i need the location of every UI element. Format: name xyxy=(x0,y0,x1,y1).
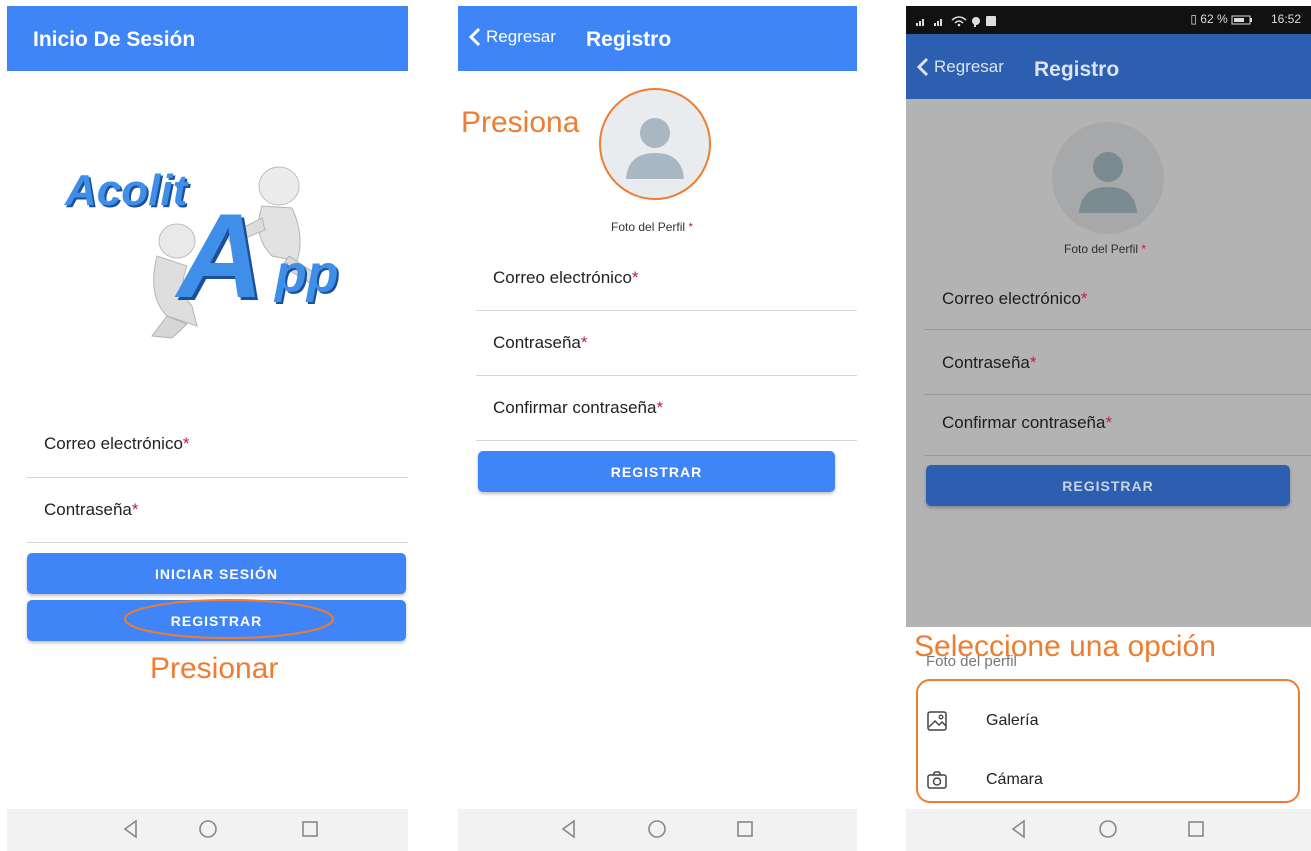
status-bar: ▯ 62 % 16:52 xyxy=(906,6,1311,34)
back-nav-icon[interactable] xyxy=(120,818,142,840)
profile-photo-button[interactable] xyxy=(598,87,712,201)
email-field[interactable]: Correo electrónico* xyxy=(493,268,639,288)
photo-label-text: Foto del Perfil xyxy=(611,220,686,234)
divider xyxy=(476,375,857,376)
highlight-ellipse xyxy=(124,599,334,639)
page-title: Inicio De Sesión xyxy=(33,28,196,51)
home-nav-icon[interactable] xyxy=(1097,818,1119,840)
register-button[interactable]: REGISTRAR xyxy=(478,451,835,492)
login-button[interactable]: INICIAR SESIÓN xyxy=(27,553,406,594)
email-label: Correo electrónico xyxy=(493,268,632,287)
divider xyxy=(924,329,1311,330)
required-mark: * xyxy=(182,434,190,453)
confirm-label: Confirmar contraseña xyxy=(493,398,657,417)
recents-nav-icon[interactable] xyxy=(1185,818,1207,840)
confirm-password-field[interactable]: Confirmar contraseña* xyxy=(493,398,663,418)
email-label: Correo electrónico xyxy=(44,434,183,453)
annotation-text: Presionar xyxy=(150,652,279,685)
navigation-bar xyxy=(458,809,857,851)
required-mark: * xyxy=(1080,289,1088,308)
recents-nav-icon[interactable] xyxy=(299,818,321,840)
gallery-label: Galería xyxy=(986,712,1039,729)
back-label: Regresar xyxy=(934,57,1004,76)
camera-option[interactable]: Cámara xyxy=(926,769,1043,791)
home-nav-icon[interactable] xyxy=(646,818,668,840)
chevron-left-icon xyxy=(916,57,929,77)
home-nav-icon[interactable] xyxy=(197,818,219,840)
navigation-bar xyxy=(906,809,1311,851)
battery-status: ▯ 62 % xyxy=(1190,12,1253,26)
app-bar: Regresar Registro xyxy=(906,34,1311,99)
vibrate-icon: ▯ xyxy=(1190,12,1197,26)
page-title: Registro xyxy=(586,28,672,51)
bottom-sheet: Foto del perfil Seleccione una opción Ga… xyxy=(906,627,1311,809)
login-screen: Inicio De Sesión Acolit A pp Correo elec… xyxy=(7,6,408,851)
divider xyxy=(27,477,408,478)
required-mark: * xyxy=(1029,353,1037,372)
back-label: Regresar xyxy=(486,27,556,46)
confirm-label: Confirmar contraseña xyxy=(942,413,1106,432)
photo-label: Foto del Perfil * xyxy=(1064,242,1146,256)
back-nav-icon[interactable] xyxy=(1008,818,1030,840)
required-mark: * xyxy=(656,398,664,417)
confirm-password-field: Confirmar contraseña* xyxy=(942,413,1112,433)
annotation-text: Presiona xyxy=(461,106,580,139)
photo-label-text: Foto del Perfil xyxy=(1064,242,1139,256)
annotation-text: Seleccione una opción xyxy=(914,630,1216,663)
divider xyxy=(924,455,1311,456)
avatar-icon xyxy=(599,88,711,200)
camera-label: Cámara xyxy=(986,771,1043,788)
register-photo-sheet-screen: ▯ 62 % 16:52 Regresar Registro Foto del … xyxy=(906,6,1311,851)
page-title: Registro xyxy=(1034,58,1120,81)
image-icon xyxy=(927,711,947,731)
camera-icon xyxy=(927,771,947,789)
required-mark: * xyxy=(580,333,588,352)
app-bar: Regresar Registro xyxy=(458,6,857,71)
divider xyxy=(27,542,408,543)
register-button: REGISTRAR xyxy=(926,465,1290,506)
password-label: Contraseña xyxy=(493,333,581,352)
back-button[interactable]: Regresar xyxy=(916,57,1004,77)
signal-icon xyxy=(916,16,996,27)
register-screen: Regresar Registro Presiona Foto del Perf… xyxy=(458,6,857,851)
app-bar: Inicio De Sesión xyxy=(7,6,408,71)
password-field: Contraseña* xyxy=(942,353,1037,373)
battery-percent: 62 % xyxy=(1200,12,1228,26)
app-logo: Acolit A pp xyxy=(57,156,377,346)
logo-text-big: A xyxy=(177,189,264,323)
required-mark: * xyxy=(1105,413,1113,432)
clock: 16:52 xyxy=(1270,12,1301,26)
required-mark: * xyxy=(631,268,639,287)
required-mark: * xyxy=(131,500,139,519)
battery-icon xyxy=(1231,15,1252,25)
logo-text-small: pp xyxy=(275,245,339,303)
logo-text: Acolit xyxy=(65,166,188,215)
navigation-bar xyxy=(7,809,408,851)
password-field[interactable]: Contraseña* xyxy=(44,500,139,520)
email-field[interactable]: Correo electrónico* xyxy=(44,434,190,454)
back-button[interactable]: Regresar xyxy=(468,27,556,47)
photo-label: Foto del Perfil * xyxy=(611,220,693,234)
avatar-icon xyxy=(1052,122,1164,234)
required-mark: * xyxy=(1141,242,1147,256)
gallery-option[interactable]: Galería xyxy=(926,710,1038,732)
recents-nav-icon[interactable] xyxy=(734,818,756,840)
email-field: Correo electrónico* xyxy=(942,289,1088,309)
chevron-left-icon xyxy=(468,27,481,47)
divider xyxy=(476,310,857,311)
password-label: Contraseña xyxy=(942,353,1030,372)
password-field[interactable]: Contraseña* xyxy=(493,333,588,353)
profile-photo-button xyxy=(1052,122,1164,234)
required-mark: * xyxy=(688,220,694,234)
back-nav-icon[interactable] xyxy=(558,818,580,840)
divider xyxy=(924,394,1311,395)
email-label: Correo electrónico xyxy=(942,289,1081,308)
password-label: Contraseña xyxy=(44,500,132,519)
divider xyxy=(476,440,857,441)
